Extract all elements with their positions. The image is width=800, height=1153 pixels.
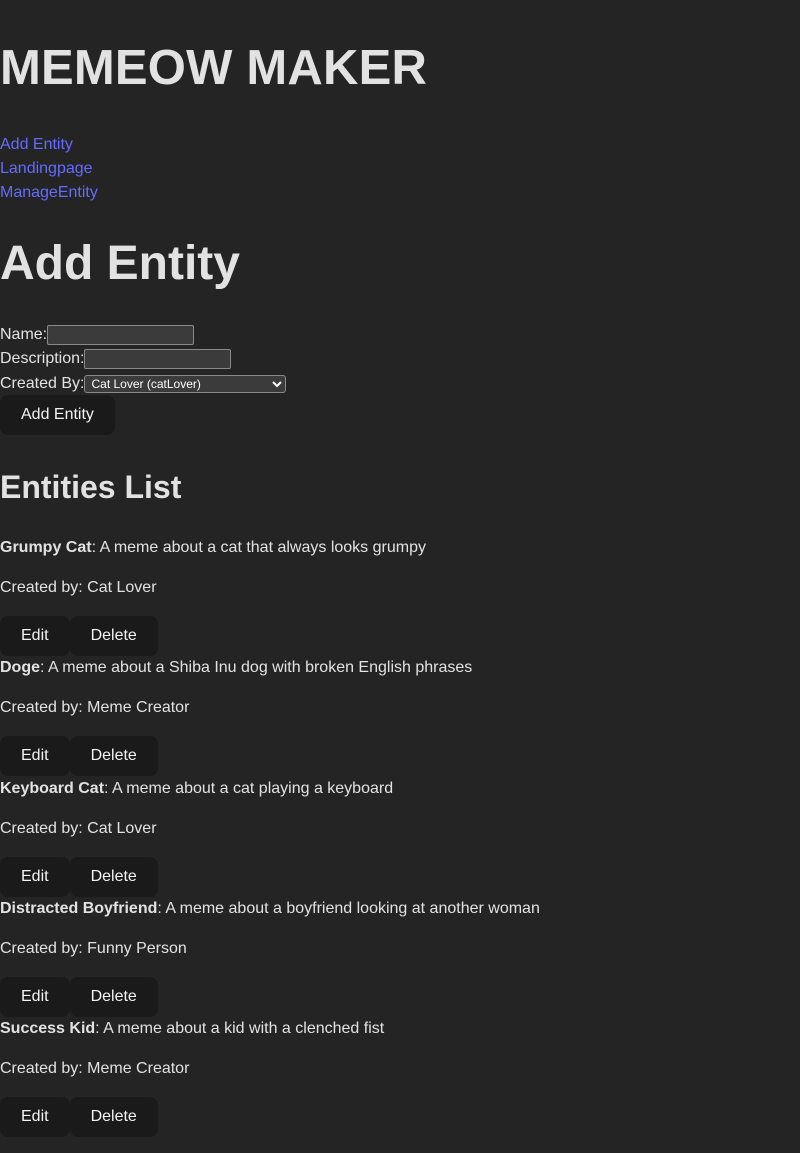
edit-button[interactable]: Edit xyxy=(0,736,70,776)
entity-description: : A meme about a cat playing a keyboard xyxy=(104,780,394,797)
list-item: Grumpy Cat: A meme about a cat that alwa… xyxy=(0,536,800,656)
entity-actions: Edit Delete xyxy=(0,736,158,776)
name-row: Name: xyxy=(0,323,800,347)
entity-name: Doge xyxy=(0,659,40,676)
entity-actions: Edit Delete xyxy=(0,857,158,897)
created-by-select[interactable]: Cat Lover (catLover) xyxy=(84,375,287,393)
delete-button[interactable]: Delete xyxy=(69,736,158,776)
description-input[interactable] xyxy=(84,349,232,369)
edit-button[interactable]: Edit xyxy=(0,1097,70,1137)
description-row: Description: xyxy=(0,347,800,371)
name-label: Name: xyxy=(0,326,48,343)
entity-actions: Edit Delete xyxy=(0,616,158,656)
list-item: Success Kid: A meme about a kid with a c… xyxy=(0,1017,800,1137)
entity-actions: Edit Delete xyxy=(0,1097,158,1137)
entity-actions: Edit Delete xyxy=(0,977,158,1017)
edit-button[interactable]: Edit xyxy=(0,977,70,1017)
entities-list-title: Entities List xyxy=(0,469,182,505)
entity-description: : A meme about a boyfriend looking at an… xyxy=(157,900,540,917)
created-by-prefix: Created by: xyxy=(0,940,88,957)
delete-button[interactable]: Delete xyxy=(69,616,158,656)
edit-button[interactable]: Edit xyxy=(0,857,70,897)
entity-creator: Meme Creator xyxy=(87,1060,190,1077)
entity-description: : A meme about a kid with a clenched fis… xyxy=(95,1020,385,1037)
created-by-prefix: Created by: xyxy=(0,1060,88,1077)
list-item: Distracted Boyfriend: A meme about a boy… xyxy=(0,897,800,1017)
entity-name: Distracted Boyfriend xyxy=(0,900,158,917)
entity-creator: Funny Person xyxy=(87,940,187,957)
created-by-prefix: Created by: xyxy=(0,579,88,596)
entity-creator: Meme Creator xyxy=(87,699,190,716)
delete-button[interactable]: Delete xyxy=(69,977,158,1017)
entity-name: Grumpy Cat xyxy=(0,539,92,556)
delete-button[interactable]: Delete xyxy=(69,857,158,897)
nav-link-manage-entity[interactable]: ManageEntity xyxy=(0,181,98,205)
created-by-row: Created By: Cat Lover (catLover) xyxy=(0,371,800,397)
add-entity-button[interactable]: Add Entity xyxy=(0,395,115,435)
list-item: Keyboard Cat: A meme about a cat playing… xyxy=(0,777,800,897)
description-label: Description: xyxy=(0,350,85,367)
delete-button[interactable]: Delete xyxy=(69,1097,158,1137)
page-title: Add Entity xyxy=(0,237,240,290)
nav-menu: Add Entity Landingpage ManageEntity xyxy=(0,133,98,205)
entity-name: Success Kid xyxy=(0,1020,96,1037)
entity-creator: Cat Lover xyxy=(87,579,157,596)
entity-name: Keyboard Cat xyxy=(0,780,105,797)
nav-link-add-entity[interactable]: Add Entity xyxy=(0,133,98,157)
list-item: Doge: A meme about a Shiba Inu dog with … xyxy=(0,656,800,776)
created-by-prefix: Created by: xyxy=(0,699,88,716)
created-by-prefix: Created by: xyxy=(0,820,88,837)
nav-link-landingpage[interactable]: Landingpage xyxy=(0,157,98,181)
edit-button[interactable]: Edit xyxy=(0,616,70,656)
entity-description: : A meme about a Shiba Inu dog with brok… xyxy=(40,659,473,676)
app-title: MEMEOW MAKER xyxy=(0,41,428,95)
entity-creator: Cat Lover xyxy=(87,820,157,837)
created-by-label: Created By: xyxy=(0,375,85,392)
name-input[interactable] xyxy=(47,325,195,345)
add-entity-form: Name: Description: Created By: Cat Lover… xyxy=(0,323,800,397)
app-root: MEMEOW MAKER Add Entity Landingpage Mana… xyxy=(0,0,800,1153)
entity-description: : A meme about a cat that always looks g… xyxy=(91,539,426,556)
